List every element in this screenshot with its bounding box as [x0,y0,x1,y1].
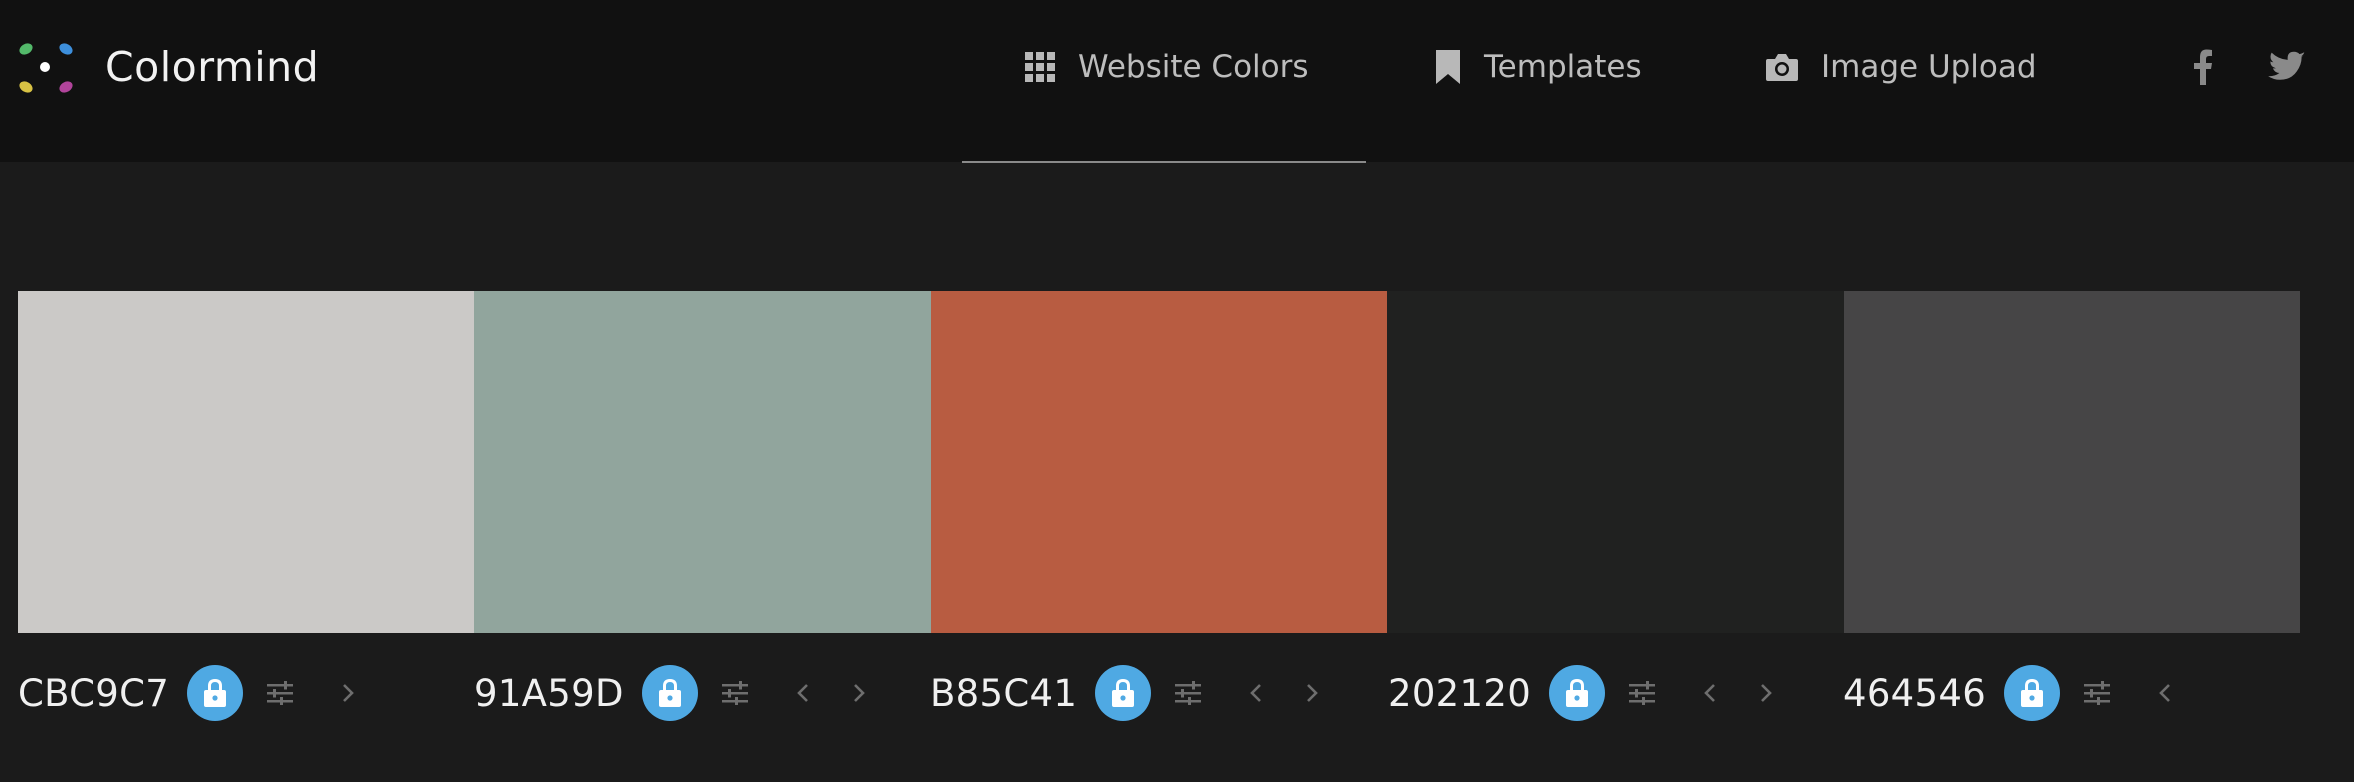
active-tab-indicator [962,161,1366,163]
nav-item-templates[interactable]: Templates [1434,36,1642,98]
hex-code[interactable]: B85C41 [930,672,1077,715]
adjust-sliders-icon[interactable] [718,676,752,710]
hex-code[interactable]: 464546 [1843,672,1986,715]
brand[interactable]: Colormind [15,36,319,98]
camera-icon [1765,52,1799,82]
grid-icon [1024,51,1056,83]
swatch-controls-4: 202120 [1388,662,1783,724]
chevron-right-icon[interactable] [1749,676,1783,710]
chevron-left-icon[interactable] [1693,676,1727,710]
nav-item-website-colors[interactable]: Website Colors [1024,36,1309,98]
chevron-left-icon[interactable] [1239,676,1273,710]
swatch-controls-3: B85C41 [930,662,1329,724]
nav-item-label: Image Upload [1821,49,2037,85]
lock-icon [1112,679,1135,707]
facebook-icon[interactable] [2178,44,2228,90]
swatch-controls-5: 464546 [1843,662,2182,724]
chevron-right-icon[interactable] [842,676,876,710]
lock-icon [204,679,227,707]
color-swatch-4[interactable] [1387,291,1844,633]
hex-code[interactable]: 202120 [1388,672,1531,715]
swatch-controls-2: 91A59D [474,662,876,724]
lock-icon [2021,679,2044,707]
color-swatch-5[interactable] [1843,291,2300,633]
hex-code[interactable]: 91A59D [474,672,624,715]
chevron-left-icon[interactable] [2148,676,2182,710]
adjust-sliders-icon[interactable] [2080,676,2114,710]
lock-button[interactable] [187,665,244,721]
nav-item-label: Website Colors [1078,49,1309,85]
lock-button[interactable] [2004,665,2061,721]
color-palette [18,291,2300,633]
lock-button[interactable] [1549,665,1606,721]
swatch-controls-1: CBC9C7 [18,662,365,724]
bookmark-icon [1434,49,1462,85]
lock-button[interactable] [1095,665,1152,721]
brand-name: Colormind [105,43,320,91]
chevron-left-icon[interactable] [786,676,820,710]
color-swatch-2[interactable] [474,291,931,633]
adjust-sliders-icon[interactable] [263,676,297,710]
adjust-sliders-icon[interactable] [1171,676,1205,710]
chevron-right-icon[interactable] [1295,676,1329,710]
lock-icon [658,679,681,707]
chevron-right-icon[interactable] [331,676,365,710]
twitter-icon[interactable] [2262,44,2312,90]
color-swatch-3[interactable] [930,291,1388,633]
color-swatch-1[interactable] [18,291,475,633]
nav-item-image-upload[interactable]: Image Upload [1765,36,2037,98]
lock-icon [1566,679,1589,707]
nav-item-label: Templates [1484,49,1642,85]
hex-code[interactable]: CBC9C7 [18,672,169,715]
colormind-logo-icon [15,36,77,98]
adjust-sliders-icon[interactable] [1625,676,1659,710]
lock-button[interactable] [641,665,698,721]
